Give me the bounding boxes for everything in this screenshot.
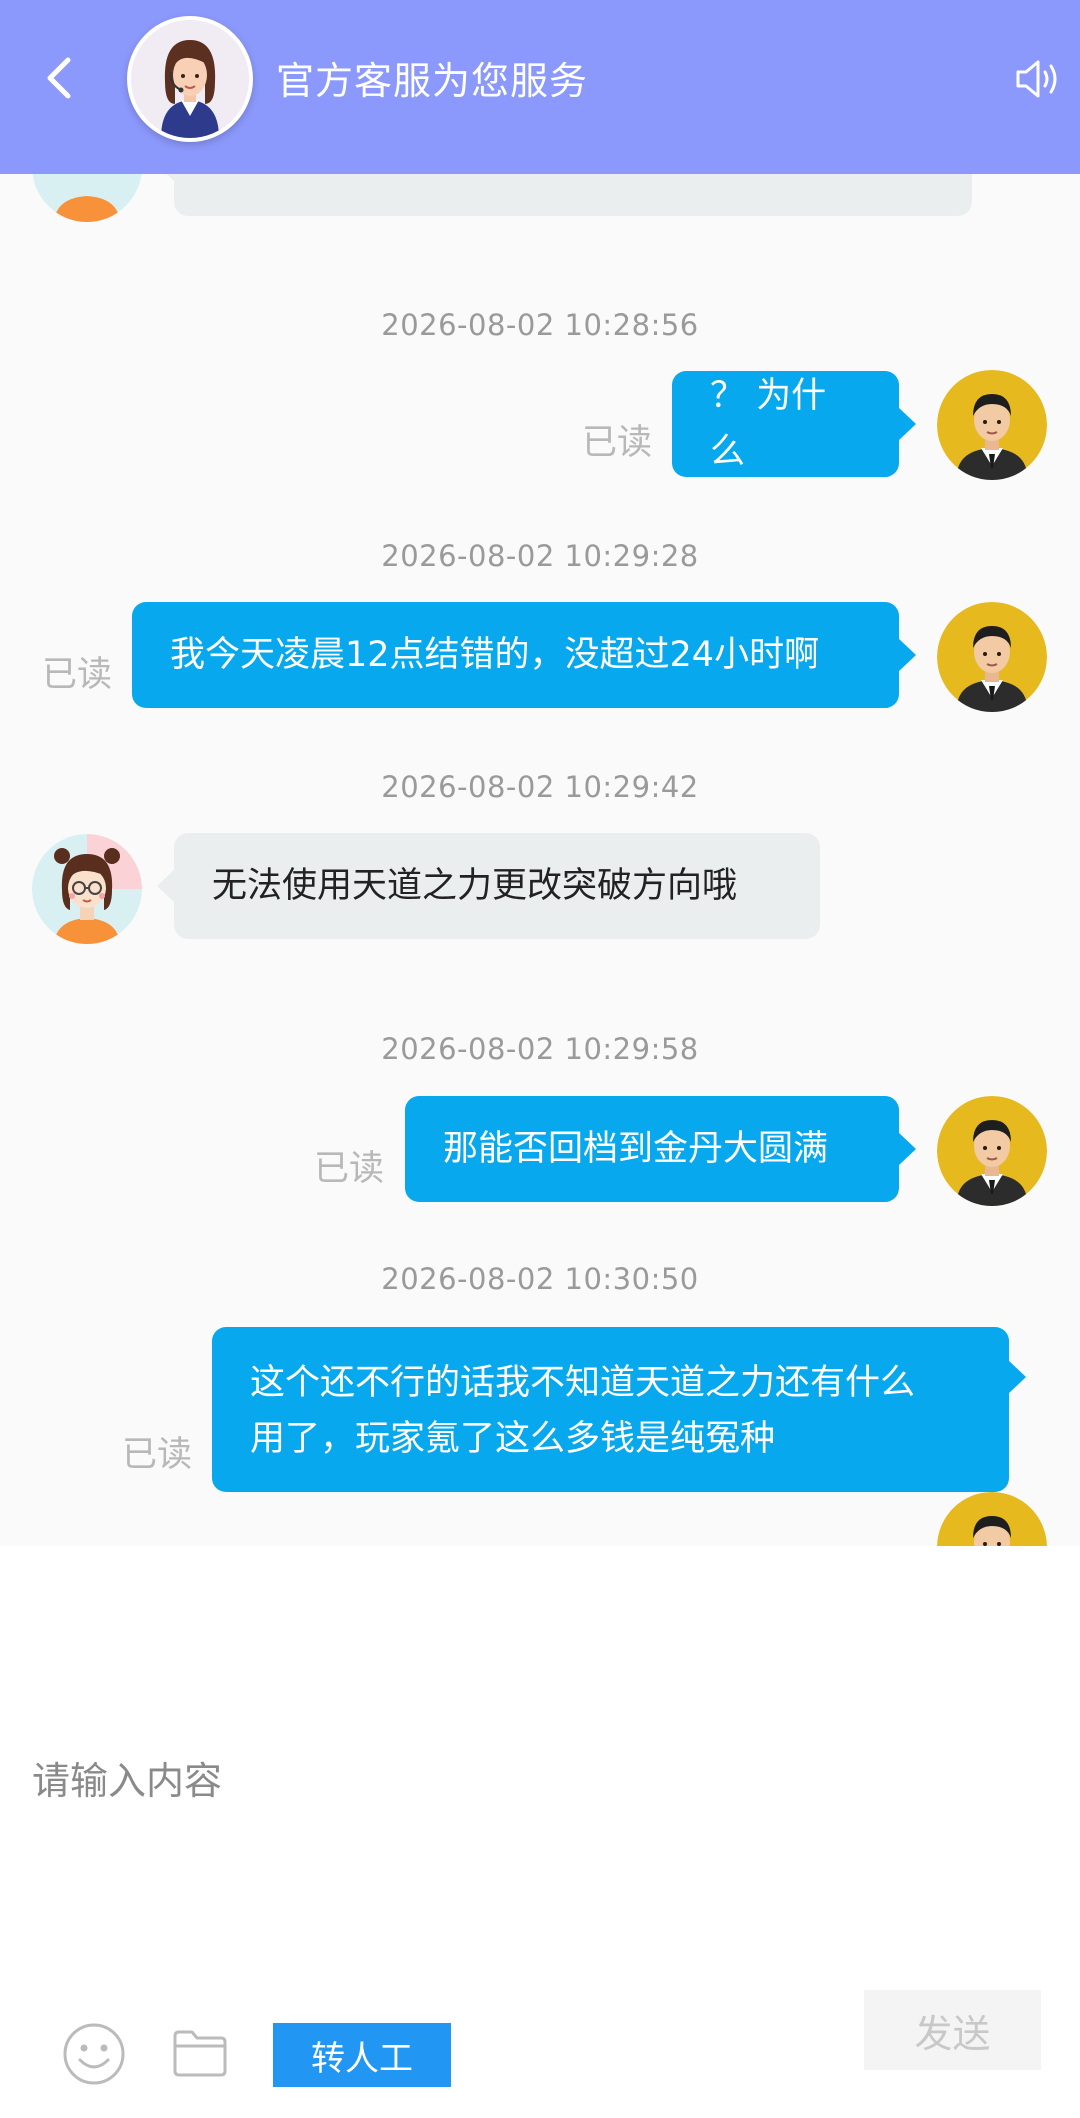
back-button[interactable] bbox=[38, 50, 82, 106]
agent-avatar bbox=[32, 834, 142, 944]
outgoing-message-bubble[interactable]: 这个还不行的话我不知道天道之力还有什么 用了，玩家氪了这么多钱是纯冤种 bbox=[212, 1327, 1026, 1492]
message-input[interactable] bbox=[0, 1546, 1080, 1966]
outgoing-message-bubble[interactable]: ？ 为什么 bbox=[672, 371, 916, 477]
message-text: 无法使用天道之力更改突破方向哦 bbox=[212, 866, 738, 906]
message-text: 这个还不行的话我不知道天道之力还有什么 用了，玩家氪了这么多钱是纯冤种 bbox=[250, 1355, 915, 1467]
message-line: 用了，玩家氪了这么多钱是纯冤种 bbox=[250, 1419, 776, 1459]
message-timestamp: 2026-08-02 10:30:50 bbox=[381, 1262, 699, 1296]
message-timestamp: 2026-08-02 10:29:28 bbox=[381, 539, 699, 573]
message-timestamp: 2026-08-02 10:28:56 bbox=[381, 308, 699, 342]
composer: 转人工 发送 bbox=[0, 1546, 1080, 2118]
emoji-button[interactable] bbox=[62, 2022, 126, 2086]
send-button[interactable]: 发送 bbox=[864, 1990, 1041, 2070]
user-avatar bbox=[937, 1492, 1047, 1546]
message-timestamp: 2026-08-02 10:29:58 bbox=[381, 1032, 699, 1066]
folder-icon bbox=[173, 2030, 227, 2077]
user-avatar bbox=[937, 370, 1047, 480]
message-line: 这个还不行的话我不知道天道之力还有什么 bbox=[250, 1363, 916, 1403]
smiley-icon bbox=[63, 2023, 125, 2085]
folder-button[interactable] bbox=[172, 2028, 228, 2078]
read-status: 已读 bbox=[314, 1149, 385, 1189]
incoming-message-bubble[interactable]: 无法使用天道之力更改突破方向哦 bbox=[157, 833, 820, 939]
agent-avatar bbox=[127, 16, 253, 142]
outgoing-message-bubble[interactable]: 那能否回档到金丹大圆满 bbox=[405, 1096, 916, 1202]
speaker-icon bbox=[1016, 60, 1057, 98]
outgoing-message-bubble[interactable]: 我今天凌晨12点结错的，没超过24小时啊 bbox=[132, 602, 916, 708]
page-title: 官方客服为您服务 bbox=[276, 59, 589, 103]
chevron-left-icon bbox=[47, 57, 71, 99]
message-text: ？ 为什么 bbox=[710, 376, 827, 472]
chat-header: 官方客服为您服务 bbox=[0, 0, 1080, 174]
read-status: 已读 bbox=[582, 423, 653, 463]
speaker-button[interactable] bbox=[1014, 54, 1062, 104]
read-status: 已读 bbox=[122, 1435, 193, 1475]
incoming-message-bubble bbox=[157, 174, 972, 216]
user-avatar bbox=[937, 1096, 1047, 1206]
transfer-to-human-button[interactable]: 转人工 bbox=[273, 2023, 451, 2087]
message-timestamp: 2026-08-02 10:29:42 bbox=[381, 770, 699, 804]
message-list[interactable]: 2026-08-02 10:28:56 已读 ？ 为什么 2026-08-02 … bbox=[0, 174, 1080, 1546]
message-text: 那能否回档到金丹大圆满 bbox=[443, 1129, 829, 1169]
read-status: 已读 bbox=[42, 655, 113, 695]
message-text: 我今天凌晨12点结错的，没超过24小时啊 bbox=[170, 635, 820, 675]
agent-avatar bbox=[32, 174, 142, 222]
user-avatar bbox=[937, 602, 1047, 712]
